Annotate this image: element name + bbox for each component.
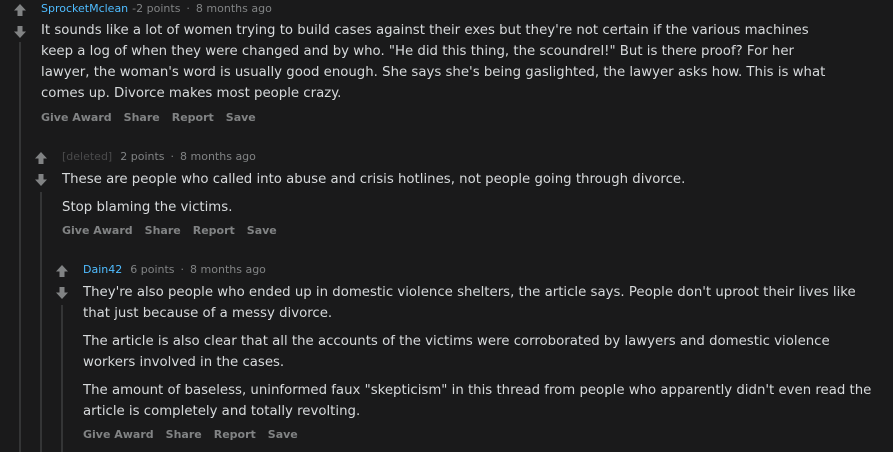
upvote-arrow-icon[interactable] <box>13 3 27 17</box>
timestamp[interactable]: 8 months ago <box>196 2 272 15</box>
score: 6 points <box>130 263 175 276</box>
give-award-button[interactable]: Give Award <box>41 111 112 124</box>
comment-paragraph: These are people who called into abuse a… <box>62 172 686 187</box>
comment-paragraph: It sounds like a lot of women trying to … <box>41 23 826 101</box>
save-button[interactable]: Save <box>226 111 256 124</box>
separator-dot: · <box>186 2 190 15</box>
comment-meta: SprocketMclean -2 points · 8 months ago <box>41 2 272 16</box>
comment-paragraph: They're also people who ended up in dome… <box>83 285 856 321</box>
comment-actions: Give Award Share Report Save <box>83 428 310 442</box>
report-button[interactable]: Report <box>214 428 256 441</box>
thread-line[interactable] <box>61 305 63 452</box>
comment-meta: Dain42 6 points · 8 months ago <box>83 263 266 277</box>
author-link[interactable]: Dain42 <box>83 263 122 276</box>
share-button[interactable]: Share <box>124 111 160 124</box>
score: -2 points <box>132 2 181 15</box>
report-button[interactable]: Report <box>193 224 235 237</box>
score: 2 points <box>120 150 165 163</box>
downvote-arrow-icon[interactable] <box>34 173 48 187</box>
vote-column <box>55 264 69 300</box>
share-button[interactable]: Share <box>145 224 181 237</box>
thread-line[interactable] <box>19 42 21 452</box>
downvote-arrow-icon[interactable] <box>55 286 69 300</box>
comment-actions: Give Award Share Report Save <box>41 111 268 125</box>
give-award-button[interactable]: Give Award <box>83 428 154 441</box>
downvote-arrow-icon[interactable] <box>13 25 27 39</box>
comment-body: They're also people who ended up in dome… <box>83 282 875 429</box>
save-button[interactable]: Save <box>247 224 277 237</box>
author-link[interactable]: SprocketMclean <box>41 2 128 15</box>
thread-line[interactable] <box>40 192 42 452</box>
vote-column <box>34 151 48 187</box>
comment-body: These are people who called into abuse a… <box>62 169 862 225</box>
separator-dot: · <box>180 263 185 276</box>
separator-dot: · <box>170 150 175 163</box>
report-button[interactable]: Report <box>172 111 214 124</box>
comment-paragraph: The amount of baseless, uninformed faux … <box>83 383 872 419</box>
timestamp[interactable]: 8 months ago <box>190 263 266 276</box>
share-button[interactable]: Share <box>166 428 202 441</box>
give-award-button[interactable]: Give Award <box>62 224 133 237</box>
save-button[interactable]: Save <box>268 428 298 441</box>
timestamp[interactable]: 8 months ago <box>180 150 256 163</box>
comment-body: It sounds like a lot of women trying to … <box>41 20 841 111</box>
comment-paragraph: The article is also clear that all the a… <box>83 334 830 370</box>
comment-meta: [deleted] 2 points · 8 months ago <box>62 150 256 164</box>
comment-paragraph: Stop blaming the victims. <box>62 200 233 215</box>
comment-actions: Give Award Share Report Save <box>62 224 289 238</box>
author-deleted: [deleted] <box>62 150 113 163</box>
upvote-arrow-icon[interactable] <box>55 264 69 278</box>
vote-column <box>13 3 27 39</box>
upvote-arrow-icon[interactable] <box>34 151 48 165</box>
